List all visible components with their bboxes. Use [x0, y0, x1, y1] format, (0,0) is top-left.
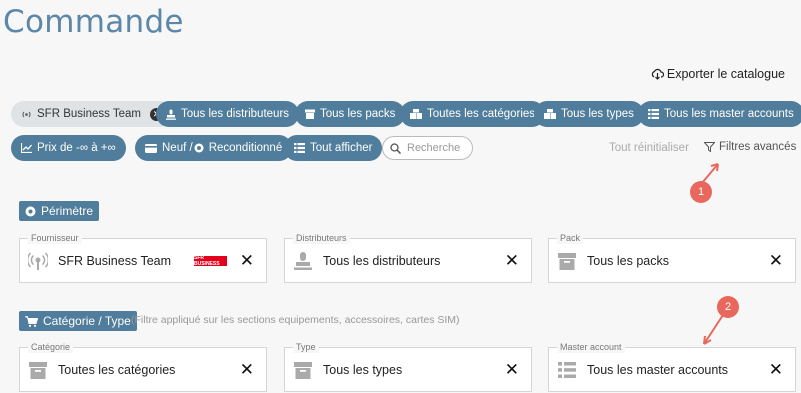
stamp-icon — [294, 252, 312, 270]
section-categorie-header: Catégorie / Type — [19, 311, 137, 331]
distributors-card[interactable]: Distributeurs Tous les distributeurs ✕ — [284, 232, 532, 283]
antenna-icon — [28, 252, 48, 270]
pack-card[interactable]: Pack Tous les packs ✕ — [548, 232, 796, 283]
master-account-card-label: Master account — [557, 341, 625, 353]
type-card[interactable]: Type Tous les types ✕ — [284, 341, 532, 392]
arrow-2 — [703, 314, 724, 345]
category-card-value: Toutes les catégories — [58, 363, 176, 377]
sfr-business-logo: SFR BUSINESS — [194, 255, 227, 267]
type-card-label: Type — [293, 341, 319, 353]
clear-distributors-icon[interactable]: ✕ — [505, 252, 519, 270]
supplier-card-value: SFR Business Team — [58, 254, 172, 268]
target-icon — [25, 206, 36, 216]
section-perimetre-header: Périmètre — [19, 201, 100, 221]
distributors-card-label: Distributeurs — [293, 232, 350, 244]
category-card[interactable]: Catégorie Toutes les catégories ✕ — [19, 341, 267, 392]
type-card-value: Tous les types — [323, 363, 403, 377]
cart-icon — [25, 315, 38, 327]
supplier-card-label: Fournisseur — [28, 232, 82, 244]
master-account-card[interactable]: Master account Tous les master accounts … — [548, 341, 796, 392]
clear-pack-icon[interactable]: ✕ — [769, 252, 783, 270]
supplier-card[interactable]: Fournisseur SFR Business Team SFR BUSINE… — [19, 232, 267, 283]
section-perimetre-title: Périmètre — [41, 204, 94, 218]
annotation-badge-2: 2 — [717, 296, 739, 318]
section-categorie-note: (Filtre appliqué sur les sections equipe… — [131, 314, 460, 326]
pack-card-value: Tous les packs — [587, 254, 669, 268]
box-icon — [294, 362, 312, 379]
list-icon — [558, 362, 576, 378]
pack-card-label: Pack — [557, 232, 584, 244]
box-icon — [558, 253, 576, 270]
clear-category-icon[interactable]: ✕ — [240, 361, 254, 379]
category-card-label: Catégorie — [28, 341, 74, 353]
distributors-card-value: Tous les distributeurs — [323, 254, 441, 268]
arrow-1 — [701, 163, 719, 184]
annotation-badge-1: 1 — [690, 181, 712, 203]
clear-type-icon[interactable]: ✕ — [505, 361, 519, 379]
section-categorie-title: Catégorie / Type — [43, 314, 131, 328]
clear-master-account-icon[interactable]: ✕ — [769, 361, 783, 379]
master-account-card-value: Tous les master accounts — [587, 363, 729, 377]
box-icon — [29, 362, 47, 379]
clear-supplier-icon[interactable]: ✕ — [240, 252, 254, 270]
annotation-arrows — [701, 163, 724, 345]
